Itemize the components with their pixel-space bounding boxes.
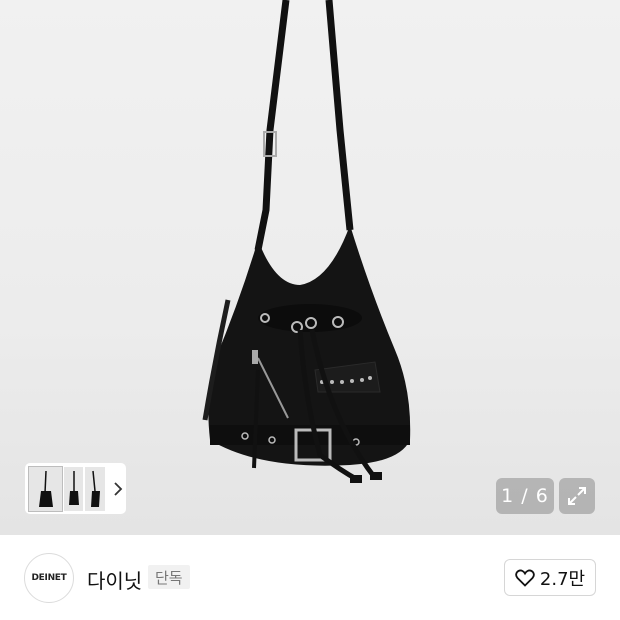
expand-button[interactable] xyxy=(559,478,595,514)
brand-logo[interactable]: DEINET xyxy=(24,553,74,603)
thumbnail-strip xyxy=(25,463,126,514)
heart-icon xyxy=(515,569,535,587)
brand-name[interactable]: 다이닛 xyxy=(87,565,142,594)
expand-icon xyxy=(568,487,586,505)
brand-bar: DEINET 다이닛 단독 2.7만 xyxy=(0,535,620,620)
product-image xyxy=(202,0,411,483)
exclusive-badge: 단독 xyxy=(148,565,190,589)
thumbnail-1[interactable] xyxy=(28,465,63,512)
chevron-right-icon[interactable] xyxy=(111,467,126,511)
image-page-counter: 1 / 6 xyxy=(496,478,554,514)
like-button[interactable]: 2.7만 xyxy=(504,559,596,596)
like-count: 2.7만 xyxy=(539,568,586,590)
product-image-gallery[interactable]: 1 / 6 xyxy=(0,0,620,535)
thumbnail-3[interactable] xyxy=(85,466,105,511)
thumbnail-2[interactable] xyxy=(63,466,84,511)
